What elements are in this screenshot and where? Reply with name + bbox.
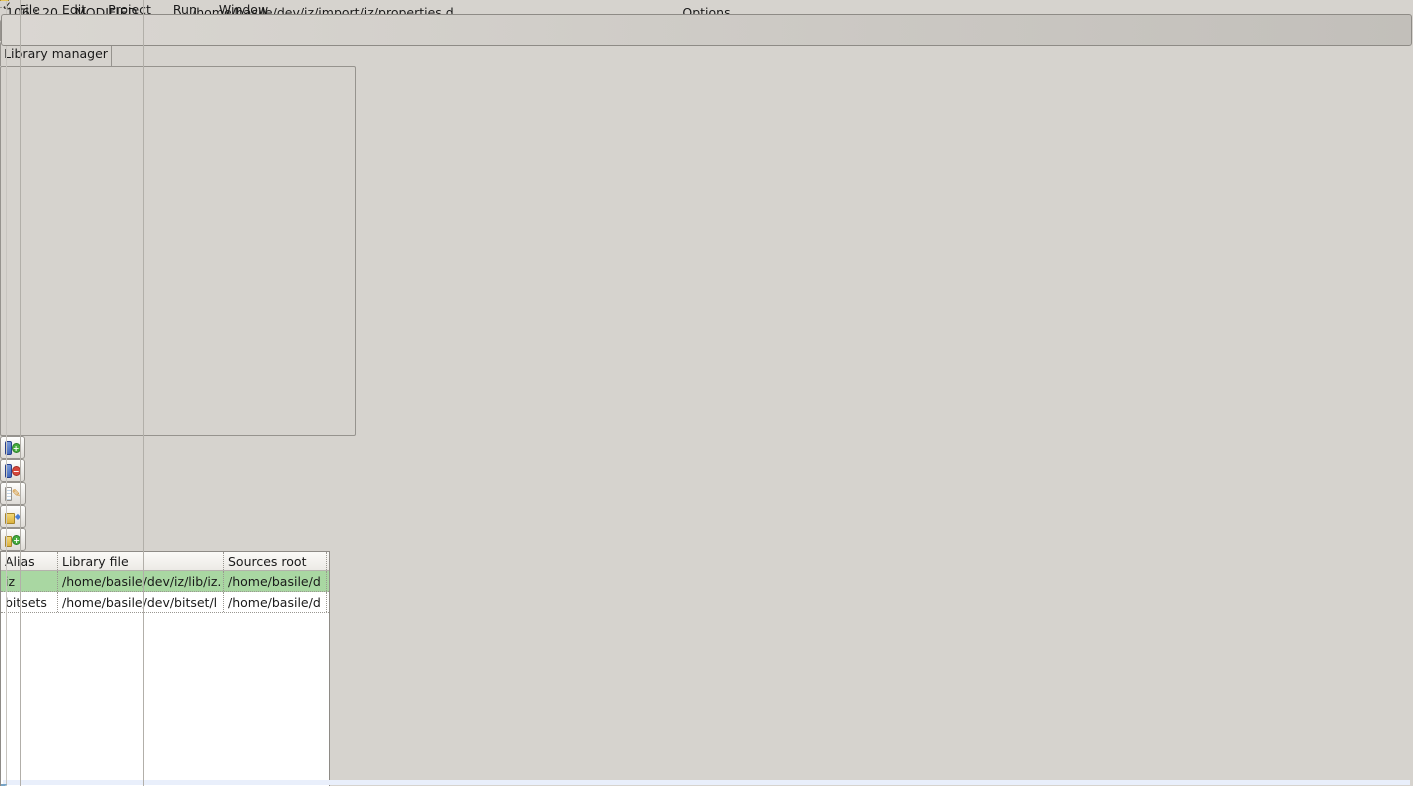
add-library-button[interactable]: +	[0, 436, 25, 459]
scrollbar-thumb[interactable]	[1, 14, 1412, 46]
table-cell: iz	[1, 571, 58, 591]
table-row[interactable]: iz/home/basile/dev/iz/lib/iz./home/basil…	[1, 571, 329, 592]
ide-window: FileEditProjectRunWindow Static explorer…	[0, 0, 1413, 786]
edit-library-button[interactable]: ✎	[0, 482, 26, 505]
table-column-header[interactable]: Sources root	[224, 552, 327, 570]
table-cell: bitsets	[1, 592, 58, 612]
add-folder-library-button[interactable]: +	[0, 528, 26, 551]
table-row[interactable]: bitsets/home/basile/dev/bitset/l/home/ba…	[1, 592, 329, 613]
table-column-header[interactable]: Library file	[58, 552, 224, 570]
table-cell: /home/basile/dev/bitset/l	[58, 592, 224, 612]
remove-library-button[interactable]: −	[0, 459, 25, 482]
library-table-header[interactable]: AliasLibrary fileSources root	[1, 552, 329, 571]
folder-add-icon: +	[5, 532, 21, 547]
compile-folder-icon: ◆	[5, 509, 21, 524]
library-manager-panel	[0, 66, 356, 436]
edit-library-icon: ✎	[5, 486, 21, 501]
compile-library-button[interactable]: ◆	[0, 505, 26, 528]
table-cell: /home/basile/d	[224, 592, 327, 612]
table-cell: /home/basile/dev/iz/lib/iz.	[58, 571, 224, 591]
table-column-header[interactable]: Alias	[1, 552, 58, 570]
table-cell: /home/basile/d	[224, 571, 327, 591]
library-table[interactable]: AliasLibrary fileSources root iz/home/ba…	[0, 551, 330, 786]
